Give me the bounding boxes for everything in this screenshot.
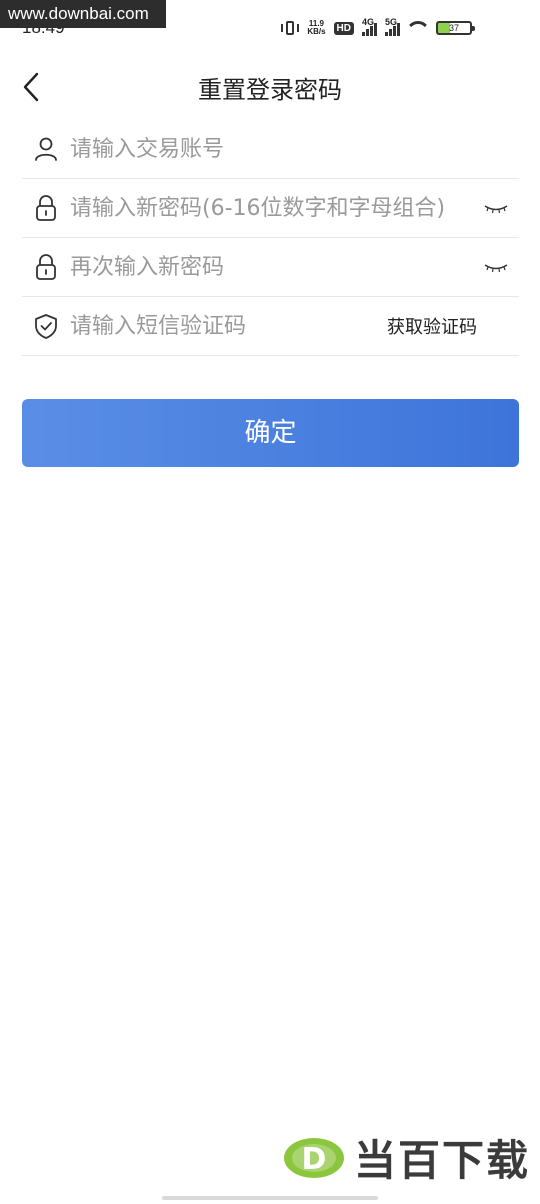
status-icons: 11.9 KB/s HD 4G 5G 37 bbox=[281, 17, 475, 36]
brand-text: 当百下载 bbox=[353, 1136, 530, 1185]
eye-closed-icon[interactable] bbox=[483, 257, 509, 277]
new-password-input[interactable] bbox=[70, 195, 483, 221]
sms-code-input[interactable] bbox=[70, 313, 387, 339]
eye-closed-icon[interactable] bbox=[483, 198, 509, 218]
brand-logo-letter: D bbox=[302, 1142, 327, 1177]
confirm-password-input[interactable] bbox=[70, 254, 483, 280]
confirm-password-row bbox=[22, 238, 519, 297]
vibrate-icon bbox=[281, 21, 300, 35]
account-input[interactable] bbox=[70, 136, 519, 162]
battery-icon: 37 bbox=[436, 21, 475, 35]
network-speed: 11.9 KB/s bbox=[307, 20, 325, 36]
watermark-banner: www.downbai.com bbox=[0, 0, 166, 28]
confirm-button[interactable]: 确定 bbox=[22, 399, 519, 467]
shield-check-icon bbox=[35, 314, 57, 339]
network-speed-unit: KB/s bbox=[307, 27, 326, 36]
signal-5g-label: 5G bbox=[385, 17, 398, 27]
home-indicator[interactable] bbox=[162, 1196, 378, 1200]
user-icon bbox=[35, 137, 57, 161]
lock-icon bbox=[36, 195, 56, 221]
lock-icon bbox=[36, 254, 56, 280]
reset-password-form: 获取验证码 bbox=[22, 120, 519, 356]
header: 重置登录密码 bbox=[0, 62, 540, 112]
page-title: 重置登录密码 bbox=[198, 76, 342, 104]
account-row bbox=[22, 120, 519, 179]
brand-watermark: D 当百下载 bbox=[282, 1127, 530, 1188]
wifi-icon bbox=[408, 21, 428, 35]
get-code-button[interactable]: 获取验证码 bbox=[387, 313, 477, 339]
signal-4g-icon: 4G bbox=[362, 17, 377, 36]
new-password-row bbox=[22, 179, 519, 238]
brand-logo-icon: D bbox=[283, 1137, 344, 1178]
signal-5g-icon: 5G bbox=[385, 17, 400, 36]
signal-4g-label: 4G bbox=[362, 17, 375, 27]
sms-code-row: 获取验证码 bbox=[22, 297, 519, 356]
hd-icon: HD bbox=[333, 21, 354, 35]
watermark-text: www.downbai.com bbox=[8, 4, 149, 23]
